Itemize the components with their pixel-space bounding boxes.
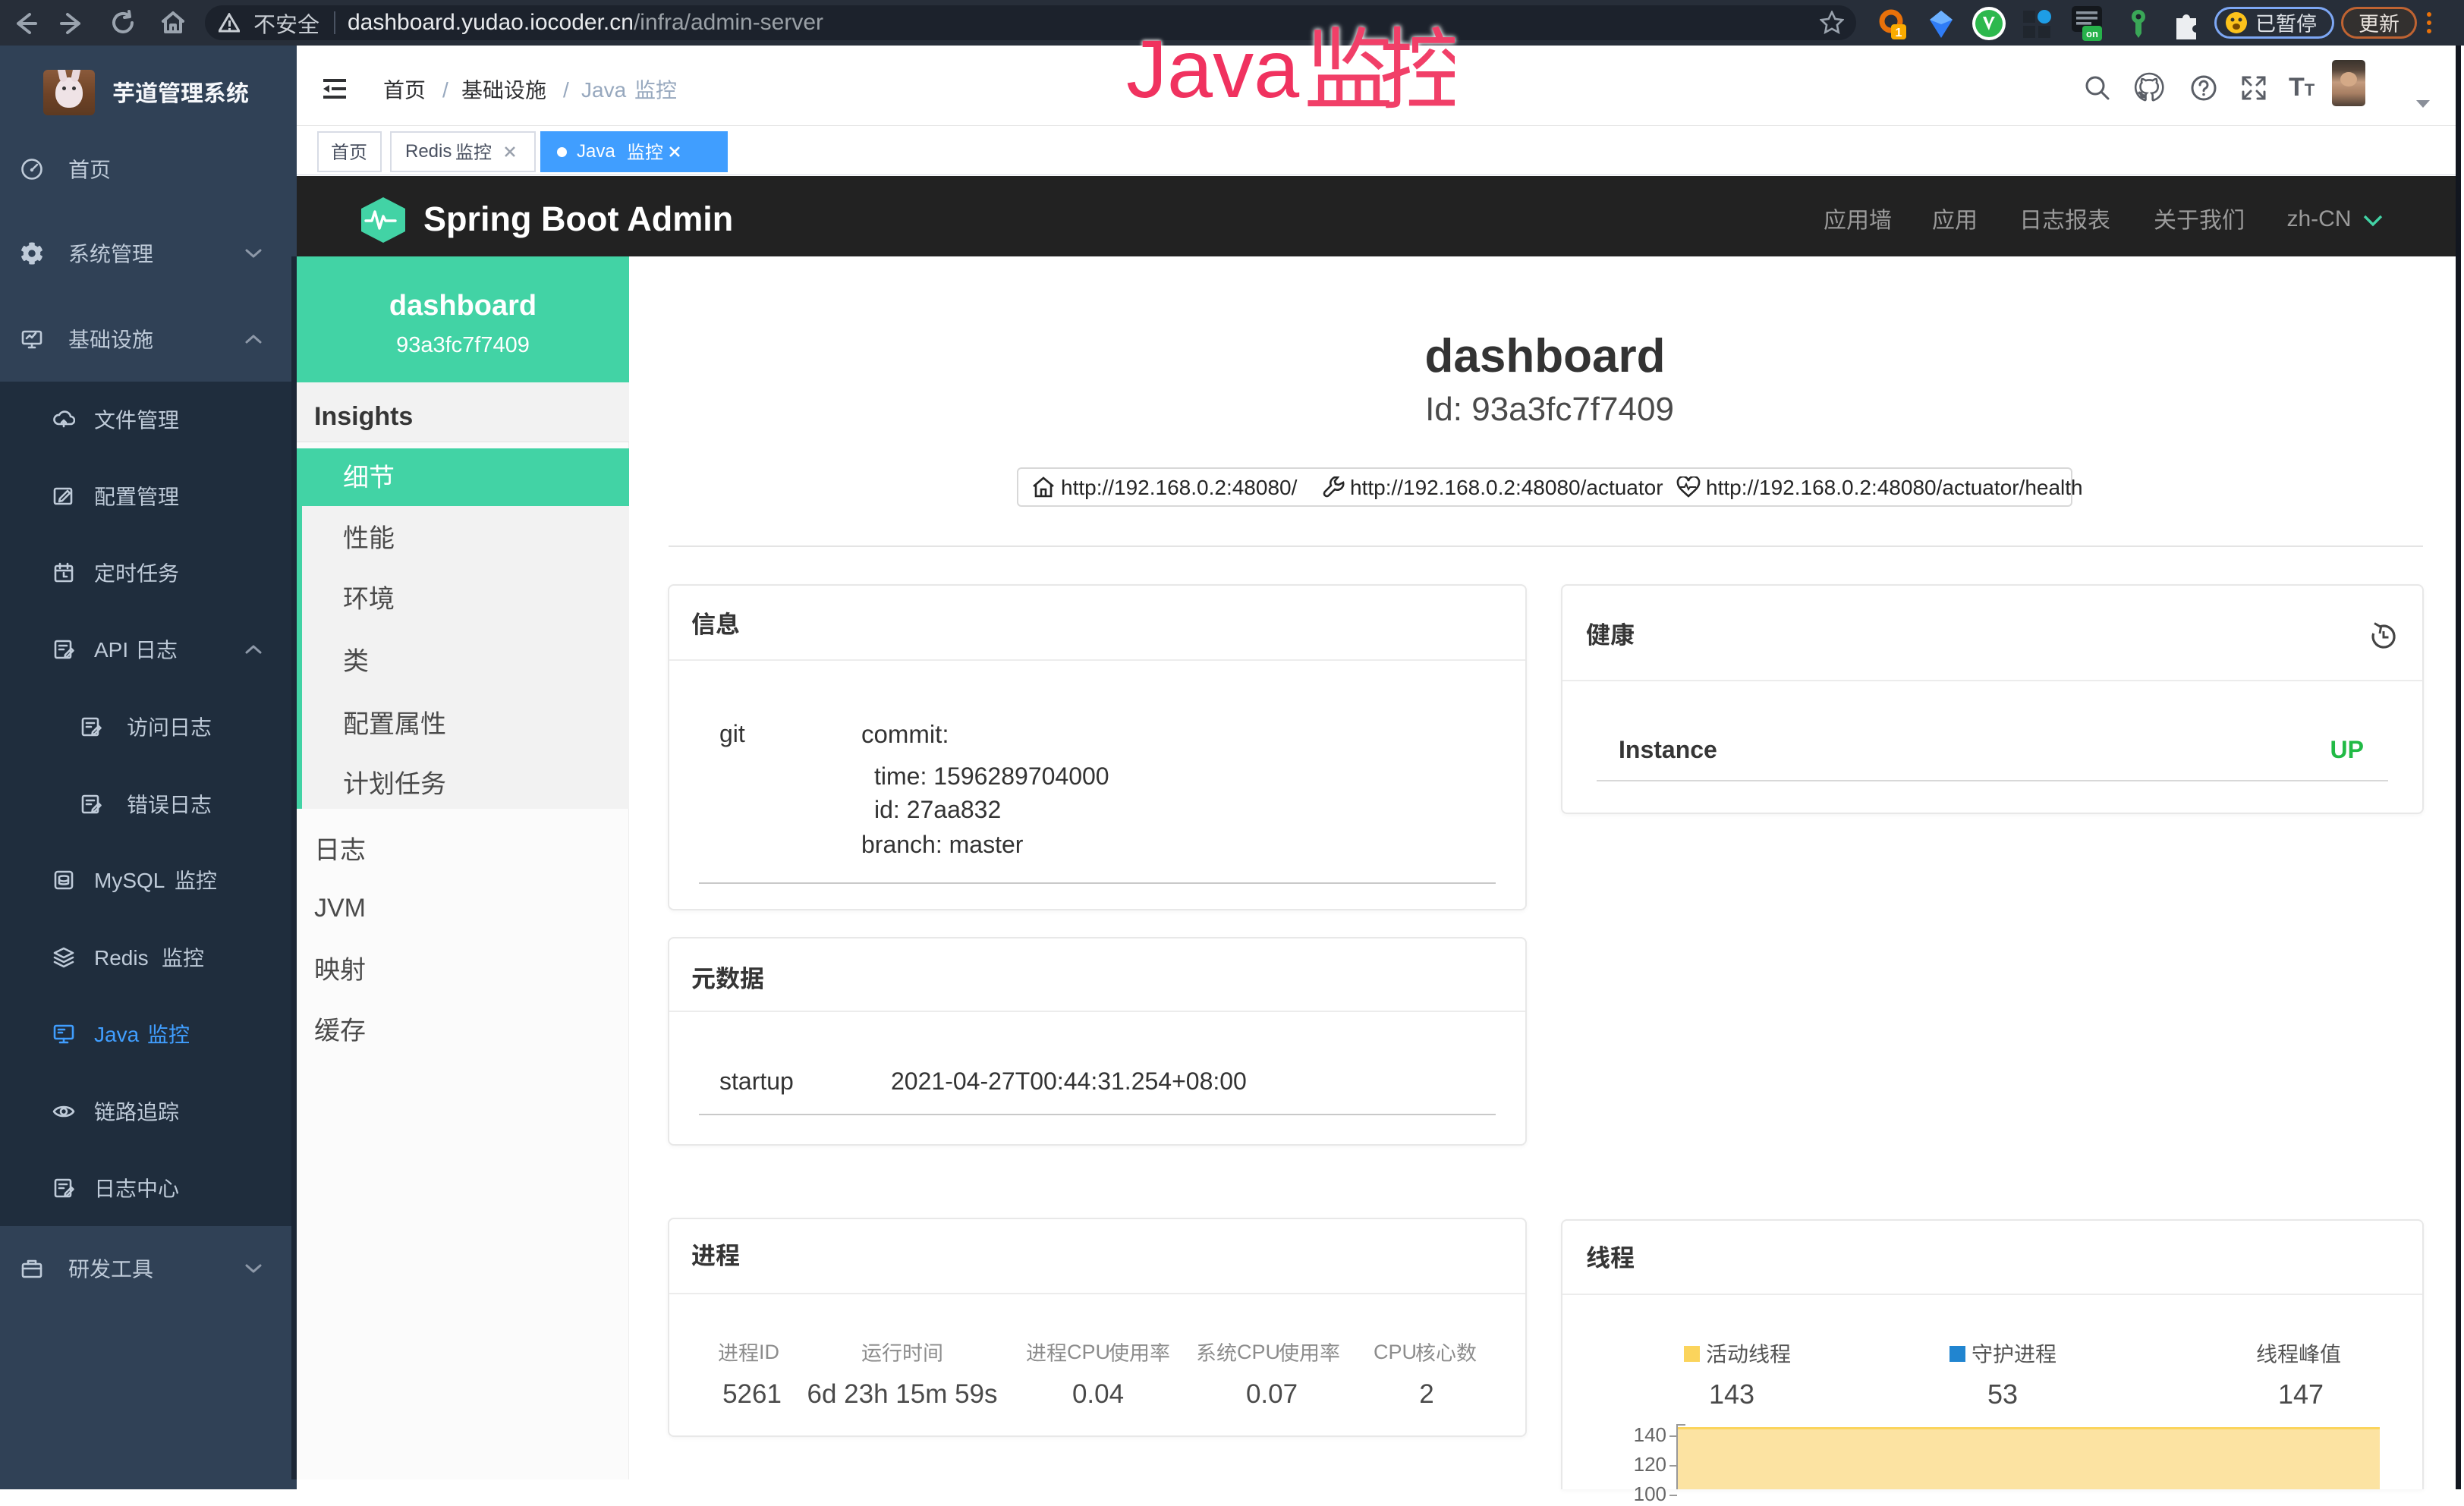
svg-text:1: 1 [1896, 27, 1902, 39]
svg-text:on: on [2086, 28, 2098, 39]
